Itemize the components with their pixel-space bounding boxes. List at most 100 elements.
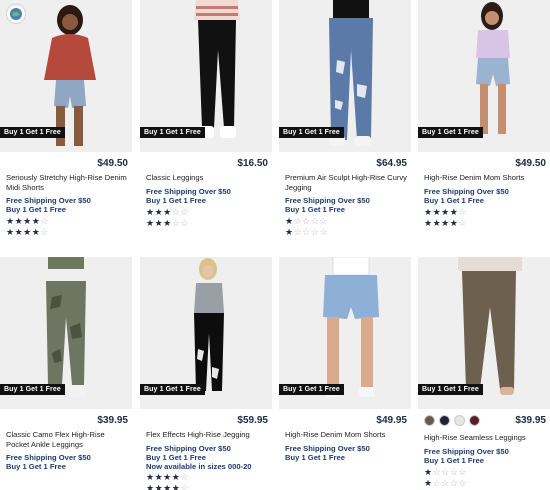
star-icon: ☆ — [40, 216, 49, 226]
star-icon: ★ — [14, 227, 24, 237]
price: $49.95 — [376, 415, 407, 426]
color-swatch[interactable] — [439, 415, 450, 426]
star-icon: ☆ — [432, 478, 442, 488]
star-icon: ★ — [432, 207, 442, 217]
star-icon: ★ — [163, 472, 172, 482]
star-icon: ☆ — [458, 478, 467, 488]
product-name[interactable]: High-Rise Denim Mom Shorts — [424, 173, 548, 183]
star-icon: ★ — [23, 216, 32, 226]
star-icon: ★ — [424, 218, 433, 228]
star-icon: ☆ — [441, 478, 450, 488]
star-icon: ★ — [441, 207, 450, 217]
star-icon: ★ — [285, 227, 294, 237]
star-icon: ★ — [163, 483, 172, 490]
shipping-promo: Free Shipping Over $50 — [146, 444, 231, 453]
promo-badge: Buy 1 Get 1 Free — [140, 384, 205, 395]
star-icon: ★ — [23, 227, 32, 237]
product-name[interactable]: High-Rise Denim Mom Shorts — [285, 430, 409, 440]
star-icon: ★ — [146, 472, 155, 482]
star-icon: ★ — [424, 478, 433, 488]
size-range-note: Now available in sizes 000-20 — [146, 462, 252, 471]
shipping-promo: Free Shipping Over $50 — [424, 187, 509, 196]
promo-badge: Buy 1 Get 1 Free — [418, 384, 483, 395]
product-name[interactable]: Flex Effects High-Rise Jegging — [146, 430, 270, 440]
star-icon: ☆ — [319, 216, 328, 226]
bogo-promo: Buy 1 Get 1 Free — [285, 453, 345, 462]
price: $39.95 — [97, 415, 128, 426]
rating-stars: ★★★★☆ — [424, 218, 467, 228]
product-name[interactable]: Classic Camo Flex High-Rise Pocket Ankle… — [6, 430, 130, 450]
star-icon: ☆ — [180, 483, 189, 490]
star-icon: ★ — [154, 472, 164, 482]
star-icon: ★ — [154, 483, 164, 490]
star-icon: ★ — [163, 218, 172, 228]
product-image[interactable]: Buy 1 Get 1 Free — [418, 257, 550, 409]
star-icon: ☆ — [180, 218, 189, 228]
star-icon: ☆ — [293, 227, 303, 237]
color-swatch[interactable] — [469, 415, 480, 426]
rating-stars: ★☆☆☆☆ — [424, 478, 467, 488]
product-grid: Buy 1 Get 1 Free $49.50 Seriously Stretc… — [0, 0, 550, 490]
bogo-promo: Buy 1 Get 1 Free — [146, 196, 206, 205]
globe-logo-icon — [6, 4, 26, 24]
shipping-promo: Free Shipping Over $50 — [146, 187, 231, 196]
product-image[interactable]: Buy 1 Get 1 Free — [140, 257, 272, 409]
price: $49.50 — [97, 158, 128, 169]
price: $16.50 — [237, 158, 268, 169]
shipping-promo: Free Shipping Over $50 — [285, 444, 370, 453]
star-icon: ☆ — [293, 216, 303, 226]
star-icon: ★ — [14, 216, 24, 226]
star-icon: ★ — [146, 207, 155, 217]
star-icon: ☆ — [319, 227, 328, 237]
bogo-promo: Buy 1 Get 1 Free — [6, 462, 66, 471]
star-icon: ☆ — [180, 207, 189, 217]
product-image[interactable]: Buy 1 Get 1 Free — [418, 0, 550, 152]
shipping-promo: Free Shipping Over $50 — [285, 196, 370, 205]
shipping-promo: Free Shipping Over $50 — [6, 453, 91, 462]
product-name[interactable]: Seriously Stretchy High-Rise Denim Midi … — [6, 173, 130, 193]
star-icon: ★ — [432, 218, 442, 228]
rating-stars: ★★★★☆ — [6, 216, 49, 226]
rating-stars: ★☆☆☆☆ — [424, 467, 467, 477]
star-icon: ★ — [6, 227, 15, 237]
star-icon: ★ — [441, 218, 450, 228]
product-image[interactable]: Buy 1 Get 1 Free — [0, 257, 132, 409]
rating-stars: ★★★★☆ — [146, 483, 189, 490]
product-image[interactable]: Buy 1 Get 1 Free — [140, 0, 272, 152]
promo-badge: Buy 1 Get 1 Free — [0, 384, 65, 395]
bogo-promo: Buy 1 Get 1 Free — [424, 456, 484, 465]
rating-stars: ★★★★☆ — [6, 227, 49, 237]
star-icon: ★ — [154, 207, 164, 217]
promo-badge: Buy 1 Get 1 Free — [140, 127, 205, 138]
star-icon: ★ — [424, 467, 433, 477]
rating-stars: ★★★★☆ — [424, 207, 467, 217]
star-icon: ☆ — [302, 216, 311, 226]
rating-stars: ★★★☆☆ — [146, 218, 189, 228]
promo-badge: Buy 1 Get 1 Free — [418, 127, 483, 138]
star-icon: ☆ — [432, 467, 442, 477]
product-name[interactable]: Classic Leggings — [146, 173, 270, 183]
star-icon: ★ — [146, 218, 155, 228]
product-image[interactable]: Buy 1 Get 1 Free — [279, 0, 411, 152]
shipping-promo: Free Shipping Over $50 — [6, 196, 91, 205]
star-icon: ☆ — [180, 472, 189, 482]
bogo-promo: Buy 1 Get 1 Free — [146, 453, 206, 462]
rating-stars: ★☆☆☆☆ — [285, 216, 328, 226]
star-icon: ★ — [285, 216, 294, 226]
star-icon: ★ — [146, 483, 155, 490]
price: $49.50 — [515, 158, 546, 169]
product-image[interactable]: Buy 1 Get 1 Free — [0, 0, 132, 152]
price: $39.95 — [515, 415, 546, 426]
star-icon: ☆ — [458, 218, 467, 228]
color-swatch[interactable] — [454, 415, 465, 426]
price: $59.95 — [237, 415, 268, 426]
color-swatch[interactable] — [424, 415, 435, 426]
bogo-promo: Buy 1 Get 1 Free — [424, 196, 484, 205]
rating-stars: ★★★★☆ — [146, 472, 189, 482]
star-icon: ★ — [424, 207, 433, 217]
price: $64.95 — [376, 158, 407, 169]
product-name[interactable]: Premium Air Sculpt High-Rise Curvy Jeggi… — [285, 173, 409, 193]
product-name[interactable]: High-Rise Seamless Leggings — [424, 433, 548, 443]
promo-badge: Buy 1 Get 1 Free — [0, 127, 65, 138]
product-image[interactable]: Buy 1 Get 1 Free — [279, 257, 411, 409]
